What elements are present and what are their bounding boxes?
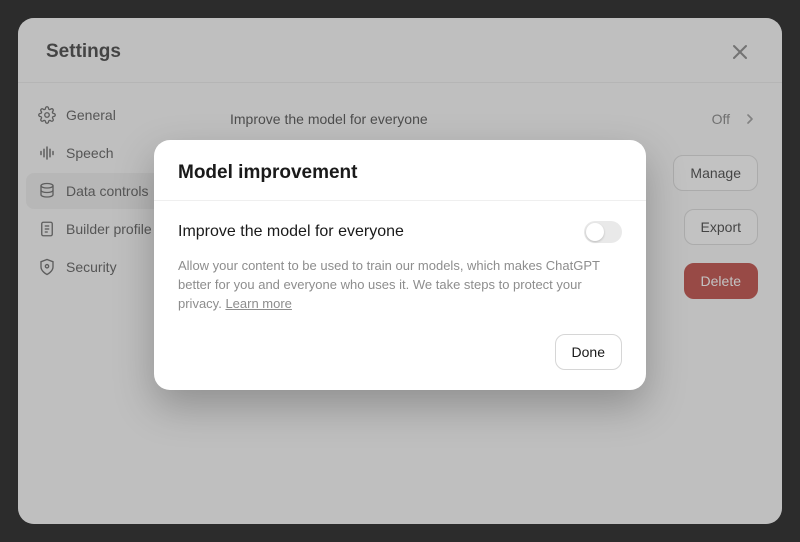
modal-title: Model improvement — [178, 162, 622, 184]
modal-body: Improve the model for everyone Allow you… — [154, 201, 646, 334]
modal-header: Model improvement — [154, 140, 646, 201]
improve-description: Allow your content to be used to train o… — [178, 257, 622, 314]
settings-panel: Settings General Speech — [18, 18, 782, 524]
improve-toggle[interactable] — [584, 221, 622, 243]
done-button[interactable]: Done — [555, 334, 622, 370]
modal-footer: Done — [154, 334, 646, 390]
toggle-knob — [586, 223, 604, 241]
improve-toggle-row: Improve the model for everyone — [178, 221, 622, 243]
learn-more-link[interactable]: Learn more — [225, 296, 291, 311]
model-improvement-modal: Model improvement Improve the model for … — [154, 140, 646, 390]
improve-toggle-label: Improve the model for everyone — [178, 223, 404, 241]
